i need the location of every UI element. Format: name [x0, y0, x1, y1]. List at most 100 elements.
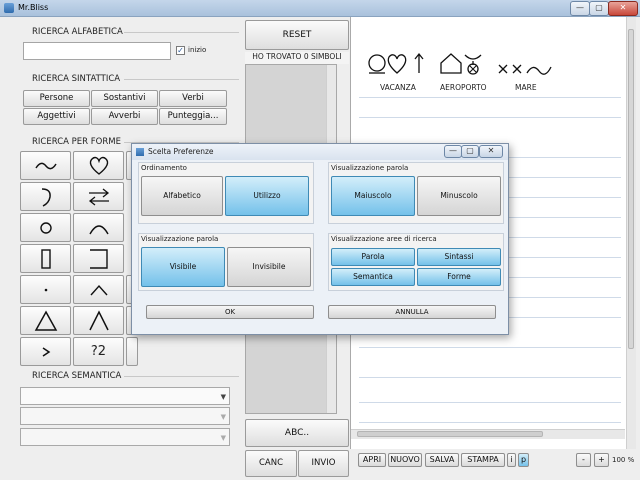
maiuscolo-option[interactable]: Maiuscolo: [331, 176, 415, 216]
semantic-combo-1[interactable]: ▼: [20, 387, 230, 405]
search-areas-group: Visualizzazione aree di ricerca Parola S…: [328, 233, 504, 291]
utilizzo-option[interactable]: Utilizzo: [225, 176, 309, 216]
symbol-label: MARE: [515, 83, 537, 92]
window-title-bar: Mr.Bliss — ▢ ✕: [0, 0, 640, 17]
case-group: Visualizzazione parola Maiuscolo Minusco…: [328, 162, 504, 224]
shape-search-label: RICERCA PER FORME: [32, 137, 121, 147]
alpha-search-input[interactable]: [23, 42, 171, 60]
zoom-level: 100 %: [612, 456, 635, 464]
dropdown-arrow-icon: ▼: [220, 393, 226, 401]
dropdown-arrow-icon: ▼: [220, 413, 226, 421]
caret-up-icon: [89, 284, 108, 295]
invisibile-option[interactable]: Invisibile: [227, 247, 311, 287]
divider: [124, 79, 239, 80]
composition-hscrollbar[interactable]: [351, 429, 625, 439]
lambda-shape-button[interactable]: [73, 306, 124, 335]
inizio-checkbox[interactable]: ✓: [176, 46, 185, 55]
rectangle-icon: [40, 248, 51, 269]
zoom-in-button[interactable]: +: [594, 453, 609, 467]
aeroporto-symbol-icon: [440, 53, 482, 75]
app-icon: [4, 3, 14, 13]
bracket-icon: [89, 248, 108, 269]
salva-button[interactable]: SALVA: [425, 453, 459, 467]
sostantivi-button[interactable]: Sostantivi: [91, 90, 158, 107]
canc-button[interactable]: CANC: [245, 450, 297, 477]
triangle-shape-button[interactable]: [20, 306, 71, 335]
close-button[interactable]: ✕: [608, 1, 638, 16]
reset-button[interactable]: RESET: [245, 20, 349, 50]
circle-icon: [39, 221, 52, 234]
dialog-close-button[interactable]: ✕: [479, 145, 503, 158]
alfabetico-option[interactable]: Alfabetico: [141, 176, 223, 216]
symbol-label: AEROPORTO: [440, 83, 487, 92]
composition-vscrollbar[interactable]: [626, 17, 636, 449]
heart-icon: [89, 156, 108, 175]
dialog-maximize-button[interactable]: ▢: [461, 145, 479, 158]
caret-shape-button[interactable]: [73, 275, 124, 304]
ok-button[interactable]: OK: [146, 305, 314, 319]
arc-icon: [88, 224, 109, 234]
triangle-icon: [34, 309, 57, 331]
found-count-label: HO TROVATO 0 SIMBOLI: [245, 52, 349, 64]
aggettivi-button[interactable]: Aggettivi: [23, 108, 90, 125]
vacanza-symbol-icon: [368, 52, 424, 74]
scroll-thumb[interactable]: [628, 29, 634, 349]
semantica-area-toggle[interactable]: Semantica: [331, 268, 415, 286]
lambda-icon: [88, 309, 109, 330]
bracket-shape-button[interactable]: [73, 244, 124, 273]
text-line: [359, 422, 621, 423]
dot-shape-button[interactable]: [20, 275, 71, 304]
punteggiatura-button[interactable]: Punteggia...: [159, 108, 227, 125]
shape-button-partial[interactable]: [126, 337, 138, 366]
sintassi-area-toggle[interactable]: Sintassi: [417, 248, 501, 266]
persone-button[interactable]: Persone: [23, 90, 90, 107]
ordinamento-label: Ordinamento: [141, 164, 187, 172]
dialog-title: Scelta Preferenze: [148, 147, 214, 156]
maximize-button[interactable]: ▢: [589, 1, 609, 16]
curve-shape-button[interactable]: [20, 182, 71, 211]
syntax-search-label: RICERCA SINTATTICA: [32, 74, 121, 84]
rectangle-shape-button[interactable]: [20, 244, 71, 273]
semantic-combo-2[interactable]: ▼: [20, 407, 230, 425]
dialog-minimize-button[interactable]: —: [444, 145, 462, 158]
annulla-button[interactable]: ANNULLA: [328, 305, 496, 319]
minimize-button[interactable]: —: [570, 1, 590, 16]
minuscolo-option[interactable]: Minuscolo: [417, 176, 501, 216]
chevron-right-icon: [42, 346, 50, 357]
text-line: [359, 347, 621, 348]
text-line: [359, 117, 621, 118]
info-button[interactable]: i: [507, 453, 516, 467]
dialog-app-icon: [136, 148, 144, 156]
apri-button[interactable]: APRI: [358, 453, 386, 467]
ordinamento-group: Ordinamento Alfabetico Utilizzo: [138, 162, 314, 224]
semantic-combo-3[interactable]: ▼: [20, 428, 230, 446]
forme-area-toggle[interactable]: Forme: [417, 268, 501, 286]
zoom-out-button[interactable]: -: [576, 453, 591, 467]
invio-button[interactable]: INVIO: [298, 450, 349, 477]
parola-area-toggle[interactable]: Parola: [331, 248, 415, 266]
heart-shape-button[interactable]: [73, 151, 124, 180]
visibility-group-label: Visualizzazione parola: [141, 235, 219, 243]
case-group-label: Visualizzazione parola: [331, 164, 409, 172]
stampa-button[interactable]: STAMPA: [461, 453, 505, 467]
verbi-button[interactable]: Verbi: [159, 90, 227, 107]
scroll-thumb[interactable]: [357, 431, 543, 437]
preferences-button[interactable]: p: [518, 453, 529, 467]
divider: [124, 32, 239, 33]
visibile-option[interactable]: Visibile: [141, 247, 225, 287]
wave-shape-button[interactable]: [20, 151, 71, 180]
avverbi-button[interactable]: Avverbi: [91, 108, 158, 125]
arc-shape-button[interactable]: [73, 213, 124, 242]
more-shapes-button[interactable]: ?2: [73, 337, 124, 366]
arrows-shape-button[interactable]: [73, 182, 124, 211]
alpha-search-label: RICERCA ALFABETICA: [32, 27, 123, 37]
text-line: [359, 97, 621, 98]
circle-shape-button[interactable]: [20, 213, 71, 242]
text-line: [359, 377, 621, 378]
preferences-dialog: Scelta Preferenze — ▢ ✕ Ordinamento Alfa…: [131, 143, 509, 335]
nuovo-button[interactable]: NUOVO: [388, 453, 422, 467]
chevron-shape-button[interactable]: [20, 337, 71, 366]
visibility-group: Visualizzazione parola Visibile Invisibi…: [138, 233, 314, 291]
text-line: [359, 402, 621, 403]
abc-button[interactable]: ABC..: [245, 419, 349, 447]
